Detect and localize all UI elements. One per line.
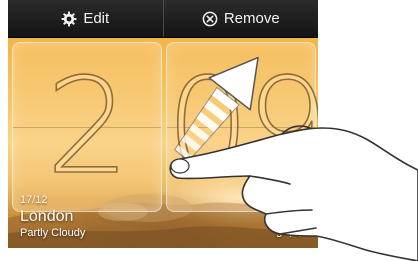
remove-button[interactable]: Remove xyxy=(162,0,319,37)
gear-icon xyxy=(61,11,77,27)
action-bar: Edit Remove xyxy=(8,0,318,38)
remove-label: Remove xyxy=(223,10,280,27)
weather-temperature: 9° / 4 xyxy=(276,228,302,240)
weather-city: London xyxy=(20,208,74,225)
close-circle-icon xyxy=(202,11,218,27)
clock-weather-widget[interactable]: 2 09 17/12 London Partly Cloudy c 9° / 4 xyxy=(8,38,318,248)
clock-hour: 2 xyxy=(45,50,131,204)
weather-icon: c xyxy=(291,197,300,217)
clock-minute: 09 xyxy=(165,50,318,204)
screen: Edit Remove 2 09 17/12 London Partly Clo… xyxy=(0,0,418,261)
weather-condition: Partly Cloudy xyxy=(20,227,86,239)
weather-info: 17/12 London Partly Cloudy xyxy=(20,194,85,240)
edit-button[interactable]: Edit xyxy=(8,0,163,37)
weather-date: 17/12 xyxy=(20,194,48,206)
edit-label: Edit xyxy=(83,10,110,27)
